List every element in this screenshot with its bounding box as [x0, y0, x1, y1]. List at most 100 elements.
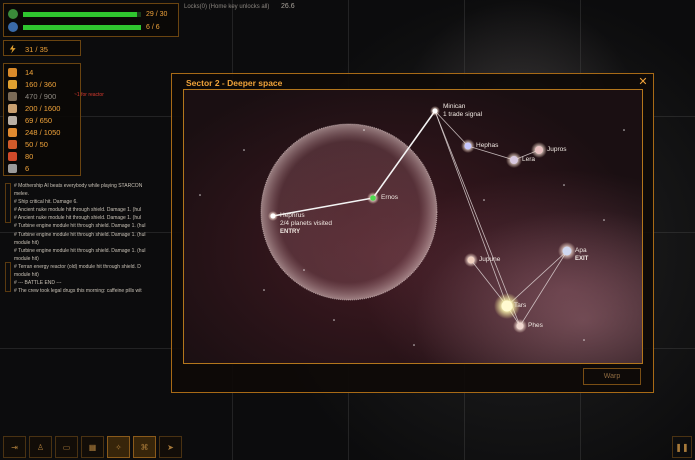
warp-button[interactable]: Warp [583, 368, 641, 385]
planet-jupune[interactable] [467, 256, 475, 264]
planet-hephrus[interactable] [270, 213, 276, 219]
hull-fill [23, 11, 138, 17]
background-star [583, 339, 585, 341]
background-star [263, 289, 265, 291]
log-line: # Ancient nuke module hit through shield… [14, 215, 142, 222]
shield-track [23, 24, 141, 30]
hull-value: 29 / 30 [146, 10, 168, 18]
system-button[interactable]: ⌘ [133, 436, 156, 458]
planet-lera[interactable] [510, 156, 518, 164]
planet-name: Hephas [476, 142, 499, 149]
missile-icon [8, 127, 17, 137]
planet-hephas[interactable] [464, 142, 472, 150]
shield-icon [8, 22, 18, 32]
energy-value: 31 / 35 [25, 44, 48, 54]
drone-icon [8, 139, 17, 149]
reactor-warning: ~1 for reactor [74, 92, 104, 98]
planet-label: Jupros [547, 146, 567, 154]
crew-button[interactable]: ♙ [29, 436, 52, 458]
resource-row: 14 [4, 66, 80, 78]
resource-value: 200 / 1600 [25, 103, 61, 113]
planet-tag: ENTRY [280, 229, 301, 235]
planet-label: Minican 1 trade signal [443, 103, 482, 119]
log-scroll-handle[interactable] [5, 183, 11, 223]
planet-label: Lera [522, 156, 535, 164]
log-line: module hit) [14, 239, 39, 246]
planet-name: Jupune [479, 256, 501, 263]
fuel-icon [8, 79, 17, 89]
resource-row: 69 / 650 [4, 114, 80, 126]
log-scroll-handle[interactable] [5, 262, 11, 292]
energy-icon [9, 44, 16, 54]
planet-label: Tars [514, 302, 526, 310]
play-button[interactable]: ➤ [159, 436, 182, 458]
sector-map-graphics [199, 106, 625, 346]
resource-value: 50 / 50 [25, 139, 48, 149]
close-icon[interactable]: ✕ [637, 76, 649, 88]
planet-name: Minican [443, 103, 466, 110]
resource-row: 6 [4, 162, 80, 174]
log-line: # Terran energy reactor (old) module hit… [14, 263, 141, 270]
planet-phes[interactable] [516, 322, 524, 330]
background-star [303, 269, 305, 271]
planet-label: Apa EXIT [575, 247, 588, 263]
storage-icon [8, 103, 17, 113]
planet-label: Hephas [476, 142, 498, 150]
log-line: module hit) [14, 272, 39, 279]
shield-value: 6 / 6 [146, 23, 160, 31]
resource-value: 160 / 360 [25, 79, 57, 89]
planet-label: Phes [528, 322, 543, 330]
background-star [483, 199, 485, 201]
top-info: Locks(0) (Home key unlocks all) 26.6 [184, 3, 295, 10]
route-line [519, 250, 568, 327]
planet-name: Phes [528, 322, 543, 329]
modules-button[interactable]: ▦ [81, 436, 104, 458]
log-line: module hit) [14, 255, 39, 262]
energy-panel: 31 / 35 [3, 40, 81, 56]
ammo-icon [8, 115, 17, 125]
planet-jupros[interactable] [535, 146, 543, 154]
energy-row: 31 / 35 [4, 43, 80, 55]
planet-info: 2/4 planets visited [280, 220, 333, 227]
cargo-button[interactable]: ▭ [55, 436, 78, 458]
background-star [363, 129, 365, 131]
status-bars-panel: 29 / 30 6 / 6 [3, 3, 179, 37]
sector-map[interactable]: Minican 1 trade signal Hephas Jupros Lera Ern… [183, 89, 643, 364]
background-star [243, 149, 245, 151]
artifact-icon [8, 163, 17, 173]
background-star [623, 129, 625, 131]
planet-miniican[interactable] [432, 108, 438, 114]
dialog-title: Sector 2 - Deeper space [186, 78, 283, 88]
log-line: # Turbine engine module hit through shie… [14, 223, 146, 230]
resource-value: 470 / 900 [25, 91, 57, 101]
sector-map-button[interactable]: ⇥ [3, 436, 26, 458]
log-line: # Ship critical hit. Damage 6. [14, 199, 78, 206]
log-line: # --- BATTLE END --- [14, 280, 62, 287]
bottom-toolbar: ⇥ ♙ ▭ ▦ ✧ ⌘ ➤ [3, 436, 182, 458]
log-line: # Ancient nuke module hit through shield… [14, 207, 142, 214]
resource-value: 14 [25, 67, 34, 77]
planet-tars[interactable] [501, 300, 513, 312]
hull-track [23, 11, 141, 17]
background-star [199, 194, 201, 196]
planet-info: 1 trade signal [443, 111, 483, 118]
shield-bar: 6 / 6 [8, 22, 160, 32]
planet-name: Ernos [381, 194, 398, 201]
log-line: # Turbine engine module hit through shie… [14, 231, 146, 238]
background-star [333, 319, 335, 321]
planet-tag: EXIT [575, 256, 589, 262]
hull-icon [8, 9, 18, 19]
planet-name: Lera [522, 156, 536, 163]
planet-apa[interactable] [562, 246, 572, 256]
log-line: # The crew took legal drugs this morning… [14, 288, 142, 294]
resource-row: 470 / 900 [4, 90, 80, 102]
resource-row: 50 / 50 [4, 138, 80, 150]
pause-icon[interactable]: ❚❚ [672, 436, 692, 458]
crew-icon [8, 67, 17, 77]
sector-map-dialog: Sector 2 - Deeper space ✕ Minican 1 trad… [171, 73, 654, 393]
locks-text: Locks(0) (Home key unlocks all) [184, 4, 270, 10]
planet-ernos[interactable] [370, 195, 376, 201]
resource-value: 6 [25, 163, 30, 173]
galaxy-map-button[interactable]: ✧ [107, 436, 130, 458]
resource-value: 80 [25, 151, 34, 161]
